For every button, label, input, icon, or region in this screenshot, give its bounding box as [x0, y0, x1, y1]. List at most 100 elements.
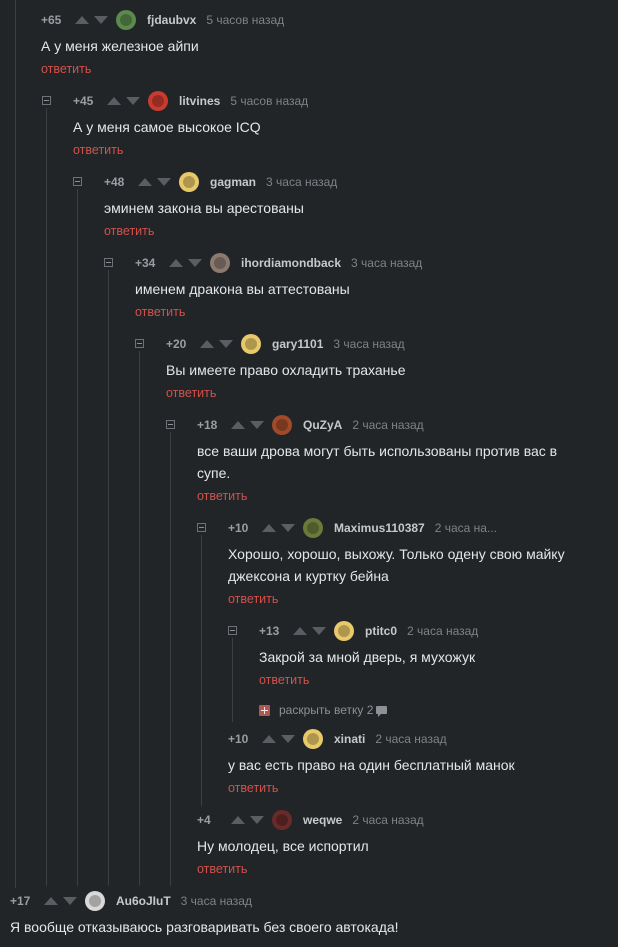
comment-time[interactable]: 3 часа назад: [181, 894, 252, 908]
comment-header: +48 gagman 3 часа назад: [104, 171, 337, 193]
reply-link[interactable]: ответить: [135, 305, 185, 319]
upvote-icon[interactable]: [231, 816, 245, 824]
avatar[interactable]: [272, 810, 292, 830]
comment-rating: +17: [10, 894, 31, 908]
comment-thread: +65 fjdaubvx 5 часов назад А у меня железно…: [0, 0, 618, 947]
upvote-icon[interactable]: [75, 16, 89, 24]
avatar[interactable]: [179, 172, 199, 192]
comment-header: +10 Maximus110387 2 часа на...: [228, 517, 497, 539]
thread-line[interactable]: [15, 0, 16, 888]
downvote-icon[interactable]: [250, 421, 264, 429]
upvote-icon[interactable]: [262, 524, 276, 532]
comment-time[interactable]: 2 часа назад: [352, 813, 423, 827]
collapse-button[interactable]: [104, 258, 113, 267]
avatar-image: [214, 257, 226, 269]
downvote-icon[interactable]: [281, 524, 295, 532]
thread-line[interactable]: [77, 189, 78, 886]
collapse-button[interactable]: [228, 626, 237, 635]
downvote-icon[interactable]: [63, 897, 77, 905]
downvote-icon[interactable]: [94, 16, 108, 24]
collapse-button[interactable]: [166, 420, 175, 429]
collapse-button[interactable]: [135, 339, 144, 348]
comment-text: Я вообще отказываюсь разговаривать без с…: [10, 919, 399, 935]
avatar[interactable]: [303, 518, 323, 538]
comment-header: +10 xinati 2 часа назад: [228, 728, 447, 750]
avatar[interactable]: [85, 891, 105, 911]
comment-username[interactable]: gagman: [210, 175, 256, 189]
upvote-icon[interactable]: [262, 735, 276, 743]
upvote-icon[interactable]: [107, 97, 121, 105]
downvote-icon[interactable]: [250, 816, 264, 824]
expand-branch-label: раскрыть ветку: [279, 703, 364, 717]
upvote-icon[interactable]: [44, 897, 58, 905]
reply-link[interactable]: ответить: [228, 592, 278, 606]
upvote-icon[interactable]: [231, 421, 245, 429]
collapse-button[interactable]: [197, 523, 206, 532]
comment-rating: +48: [104, 175, 125, 189]
comment-username[interactable]: gary1101: [272, 337, 323, 351]
avatar-image: [276, 814, 288, 826]
avatar-image: [183, 176, 195, 188]
comment-header: +18 QuZyA 2 часа назад: [197, 414, 424, 436]
avatar[interactable]: [148, 91, 168, 111]
comment-time[interactable]: 2 часа назад: [407, 624, 478, 638]
comment-time[interactable]: 3 часа назад: [266, 175, 337, 189]
avatar[interactable]: [241, 334, 261, 354]
avatar[interactable]: [303, 729, 323, 749]
upvote-icon[interactable]: [138, 178, 152, 186]
comment-username[interactable]: Maximus110387: [334, 521, 425, 535]
downvote-icon[interactable]: [157, 178, 171, 186]
upvote-icon[interactable]: [169, 259, 183, 267]
reply-link[interactable]: ответить: [259, 673, 309, 687]
downvote-icon[interactable]: [281, 735, 295, 743]
comment-username[interactable]: Au6oJIuT: [116, 894, 171, 908]
upvote-icon[interactable]: [200, 340, 214, 348]
upvote-icon[interactable]: [293, 627, 307, 635]
reply-link[interactable]: ответить: [166, 386, 216, 400]
avatar-image: [152, 95, 164, 107]
comment-header: +65 fjdaubvx 5 часов назад: [41, 9, 284, 31]
collapse-button[interactable]: [73, 177, 82, 186]
comment-username[interactable]: weqwe: [303, 813, 342, 827]
reply-link[interactable]: ответить: [197, 862, 247, 876]
thread-line[interactable]: [201, 535, 202, 806]
avatar-image: [120, 14, 132, 26]
downvote-icon[interactable]: [188, 259, 202, 267]
comment-header: +13 ptitc0 2 часа назад: [259, 620, 478, 642]
comment-time[interactable]: 2 часа назад: [352, 418, 423, 432]
avatar[interactable]: [116, 10, 136, 30]
thread-line[interactable]: [232, 638, 233, 722]
reply-link[interactable]: ответить: [197, 489, 247, 503]
downvote-icon[interactable]: [312, 627, 326, 635]
reply-link[interactable]: ответить: [228, 781, 278, 795]
comment-username[interactable]: litvines: [179, 94, 220, 108]
thread-line[interactable]: [139, 351, 140, 886]
comment-text: А у меня железное айпи: [41, 38, 199, 54]
comment-time[interactable]: 3 часа назад: [351, 256, 422, 270]
thread-line[interactable]: [108, 270, 109, 886]
comment-time[interactable]: 2 часа назад: [375, 732, 446, 746]
comment-username[interactable]: ptitc0: [365, 624, 397, 638]
comment-username[interactable]: ihordiamondback: [241, 256, 341, 270]
avatar[interactable]: [272, 415, 292, 435]
comment-time[interactable]: 2 часа на...: [435, 521, 497, 535]
comment-username[interactable]: QuZyA: [303, 418, 342, 432]
comment-rating: +10: [228, 732, 249, 746]
comment-time[interactable]: 5 часов назад: [230, 94, 308, 108]
avatar[interactable]: [210, 253, 230, 273]
avatar-image: [245, 338, 257, 350]
thread-line[interactable]: [170, 432, 171, 886]
reply-link[interactable]: ответить: [41, 62, 91, 76]
reply-link[interactable]: ответить: [73, 143, 123, 157]
collapse-button[interactable]: [42, 96, 51, 105]
thread-line[interactable]: [46, 108, 47, 886]
comment-username[interactable]: xinati: [334, 732, 365, 746]
downvote-icon[interactable]: [126, 97, 140, 105]
comment-username[interactable]: fjdaubvx: [147, 13, 196, 27]
avatar[interactable]: [334, 621, 354, 641]
downvote-icon[interactable]: [219, 340, 233, 348]
reply-link[interactable]: ответить: [104, 224, 154, 238]
expand-branch-button[interactable]: раскрыть ветку 2: [259, 703, 388, 717]
comment-time[interactable]: 5 часов назад: [206, 13, 284, 27]
comment-time[interactable]: 3 часа назад: [333, 337, 404, 351]
